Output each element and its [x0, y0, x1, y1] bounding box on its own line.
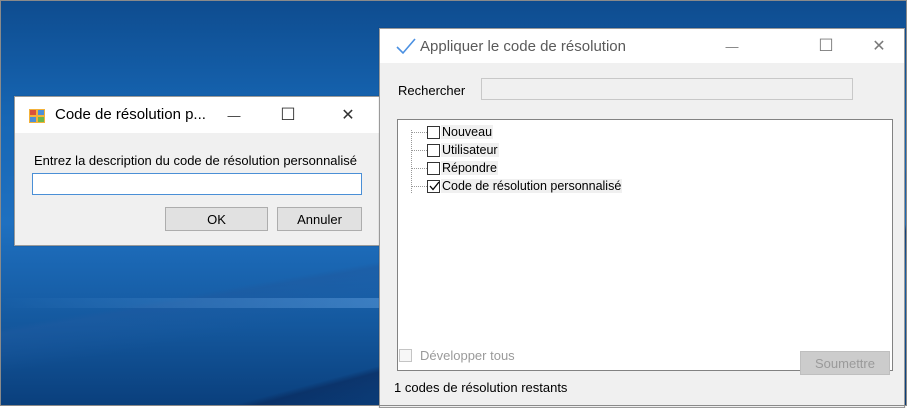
tree-item-label: Utilisateur [441, 143, 499, 157]
maximize-icon: ☐ [818, 36, 834, 55]
app-window-icon [29, 109, 45, 123]
dialog-prompt: Entrez la description du code de résolut… [34, 153, 358, 168]
apply-resolution-window: Appliquer le code de résolution — ☐ ✕ Re… [379, 28, 905, 408]
close-icon: ✕ [341, 107, 355, 124]
status-text: 1 codes de résolution restants [394, 380, 568, 395]
close-button[interactable]: ✕ [856, 29, 902, 63]
minimize-icon: — [227, 107, 241, 123]
maximize-icon: ☐ [280, 105, 296, 124]
tree-checkbox-checked[interactable] [427, 179, 440, 193]
tree-item-label: Nouveau [441, 125, 494, 139]
resolution-code-tree[interactable]: Nouveau Utilisateur Répondre Code de rés… [397, 119, 893, 371]
tree-item-label: Répondre [441, 161, 498, 175]
minimize-button[interactable]: — [211, 97, 257, 133]
main-titlebar[interactable]: Appliquer le code de résolution — ☐ ✕ [380, 29, 904, 63]
checkmark-icon [396, 37, 416, 58]
custom-code-dialog: Code de résolution p... — ☐ ✕ Entrez la … [14, 96, 381, 246]
minimize-icon: — [725, 38, 739, 54]
tree-item[interactable]: Utilisateur [411, 142, 499, 158]
expand-all-checkbox[interactable]: Développer tous [399, 348, 515, 363]
maximize-button[interactable]: ☐ [803, 29, 849, 63]
expand-all-label: Développer tous [420, 348, 515, 363]
tree-checkbox[interactable] [427, 143, 440, 157]
tree-checkbox[interactable] [427, 125, 440, 139]
description-input[interactable] [32, 173, 362, 195]
search-input[interactable] [481, 78, 853, 100]
ok-button[interactable]: OK [165, 207, 268, 231]
checkmark-icon [429, 181, 440, 191]
dialog-titlebar[interactable]: Code de résolution p... — ☐ ✕ [15, 97, 380, 133]
minimize-button[interactable]: — [709, 29, 755, 63]
maximize-button[interactable]: ☐ [265, 97, 311, 133]
checkbox-box [399, 349, 412, 362]
tree-item[interactable]: Code de résolution personnalisé [411, 178, 623, 194]
close-button[interactable]: ✕ [325, 97, 371, 133]
main-title: Appliquer le code de résolution [420, 38, 626, 55]
tree-item[interactable]: Nouveau [411, 124, 494, 140]
tree-checkbox[interactable] [427, 161, 440, 175]
search-label: Rechercher [398, 83, 466, 98]
tree-item[interactable]: Répondre [411, 160, 498, 176]
cancel-button[interactable]: Annuler [277, 207, 362, 231]
dialog-title: Code de résolution p... [55, 106, 206, 123]
tree-item-label: Code de résolution personnalisé [441, 179, 623, 193]
close-icon: ✕ [872, 38, 886, 55]
submit-button[interactable]: Soumettre [800, 351, 890, 375]
